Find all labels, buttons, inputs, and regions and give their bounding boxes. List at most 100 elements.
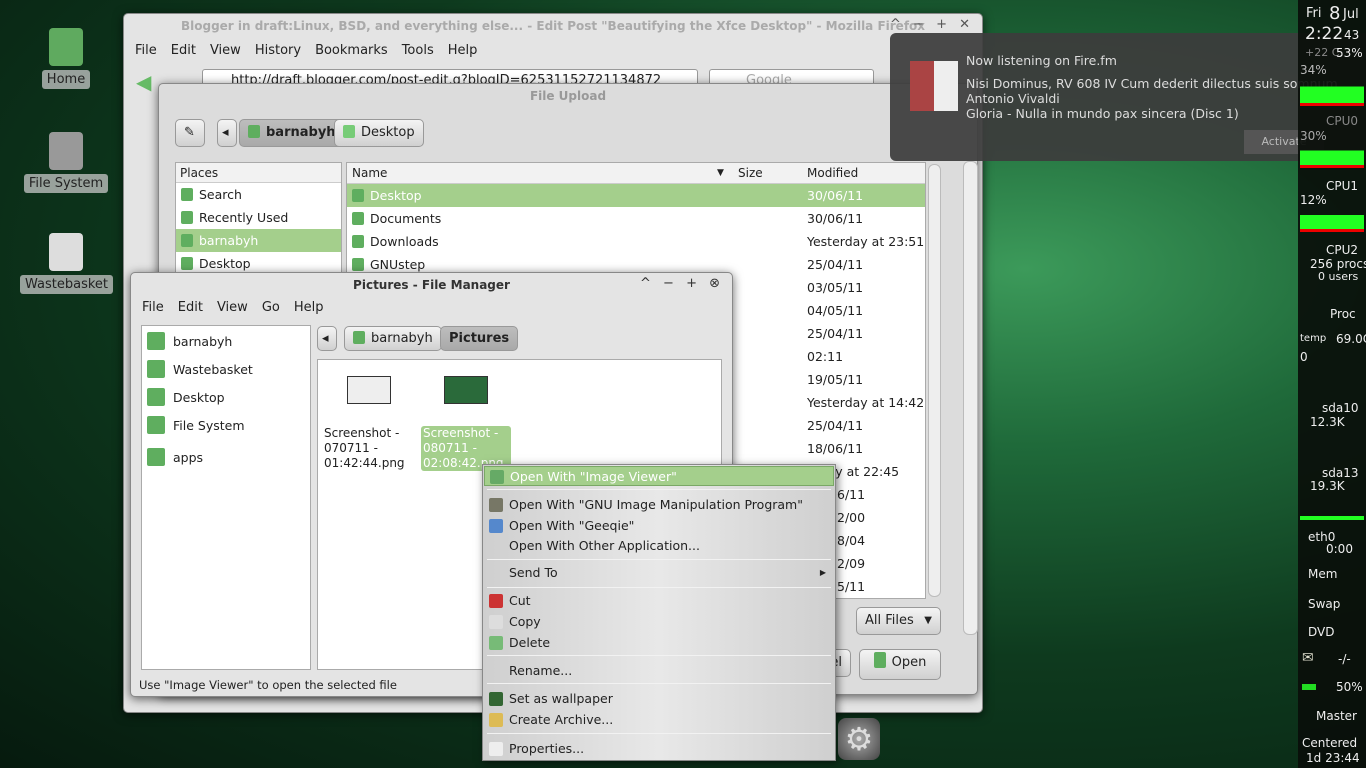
desktop-icon-wastebasket[interactable]: Wastebasket <box>20 233 114 294</box>
folder-icon <box>352 235 364 248</box>
path-barnabyh[interactable]: barnabyh <box>239 119 345 147</box>
wallpaper-icon <box>489 692 503 706</box>
menu-separator <box>487 587 831 588</box>
pencil-icon: ✎ <box>184 125 195 140</box>
menubar: File Edit View Go Help <box>142 300 337 315</box>
path-desktop[interactable]: Desktop <box>334 119 424 147</box>
place-icon <box>181 257 193 270</box>
menu-history[interactable]: History <box>255 43 301 58</box>
settings-gear-icon[interactable]: ⚙ <box>838 718 880 760</box>
status-bar: Use "Image Viewer" to open the selected … <box>139 678 397 692</box>
file-icon-item[interactable]: Screenshot - 080711 - 02:08:42.png <box>421 376 511 471</box>
menu-item-label: Set as wallpaper <box>509 691 613 706</box>
menu-item[interactable]: Create Archive... <box>484 710 834 730</box>
place-icon <box>181 211 193 224</box>
menu-item-label: Create Archive... <box>509 712 614 727</box>
back-icon[interactable]: ◀ <box>136 70 151 94</box>
menu-help[interactable]: Help <box>448 43 478 58</box>
weather: +22 C <box>1305 46 1340 59</box>
file-modified: 25/04/11 <box>807 326 864 341</box>
notification-heading: Now listening on Fire.fm <box>966 53 1117 68</box>
menu-tools[interactable]: Tools <box>402 43 434 58</box>
desktop-icon-filesystem[interactable]: File System <box>20 132 112 193</box>
cpu1-graph <box>1300 208 1364 232</box>
path-back-button[interactable]: ◂ <box>317 326 337 351</box>
place-item[interactable]: Recently Used <box>176 206 341 229</box>
folder-icon <box>352 258 364 271</box>
file-modified: 25/04/11 <box>807 418 864 433</box>
menu-item[interactable]: Cut <box>484 591 834 611</box>
notification[interactable]: Now listening on Fire.fm Nisi Dominus, R… <box>890 33 1366 161</box>
path-barnabyh[interactable]: barnabyh <box>344 326 442 351</box>
menu-item[interactable]: Set as wallpaper <box>484 689 834 709</box>
menu-item[interactable]: Open With "Image Viewer" <box>484 466 834 486</box>
menu-file[interactable]: File <box>135 43 157 58</box>
eth0-value: 0:00 <box>1326 542 1353 556</box>
sidebar-item[interactable]: barnabyh <box>147 330 232 354</box>
place-icon <box>147 332 165 350</box>
menu-item[interactable]: Open With "Geeqie" <box>484 516 834 536</box>
file-name: GNUstep <box>370 257 426 272</box>
place-icon <box>147 448 165 466</box>
scissors-icon <box>489 594 503 608</box>
sidebar-item[interactable]: apps <box>147 446 203 470</box>
sidebar-label: barnabyh <box>173 334 233 349</box>
sidebar-item[interactable]: Desktop <box>147 386 225 410</box>
column-size[interactable]: Size <box>738 163 763 184</box>
mem-label: Mem <box>1308 567 1338 581</box>
folder-icon <box>352 189 364 202</box>
path-pictures[interactable]: Pictures <box>440 326 519 351</box>
column-modified[interactable]: Modified <box>807 163 858 184</box>
submenu-arrow-icon: ▶ <box>819 568 826 577</box>
menu-file[interactable]: File <box>142 300 164 315</box>
edit-location-button[interactable]: ✎ <box>175 119 205 147</box>
menu-bookmarks[interactable]: Bookmarks <box>315 43 388 58</box>
menu-item[interactable]: Send To ▶ <box>484 563 834 583</box>
place-icon <box>147 388 165 406</box>
menu-view[interactable]: View <box>210 43 241 58</box>
date: 8 <box>1329 3 1341 24</box>
path-back-button[interactable]: ◂ <box>217 119 237 147</box>
column-name[interactable]: Name <box>352 163 387 184</box>
sidebar-label: apps <box>173 450 204 465</box>
menu-item[interactable]: Open With "GNU Image Manipulation Progra… <box>484 495 834 515</box>
window-controls[interactable]: ^ − + ✕ <box>890 17 974 32</box>
menu-help[interactable]: Help <box>294 300 324 315</box>
menu-item-label: Cut <box>509 593 531 608</box>
window-controls[interactable]: ^ − + ⊗ <box>640 276 724 291</box>
open-button[interactable]: Open <box>859 649 941 680</box>
file-list-scrollbar[interactable] <box>928 164 941 597</box>
sidebar-label: Desktop <box>173 390 225 405</box>
place-label: Desktop <box>199 256 251 271</box>
page-scrollbar[interactable] <box>963 161 978 635</box>
window-title: Blogger in draft:Linux, BSD, and everyth… <box>180 19 926 33</box>
menu-go[interactable]: Go <box>262 300 280 315</box>
file-filter-select[interactable]: All Files ▼ <box>856 607 941 635</box>
menu-item[interactable]: Copy <box>484 612 834 632</box>
sidebar-label: File System <box>173 418 245 433</box>
sidebar-item[interactable]: Wastebasket <box>147 358 253 382</box>
desktop-icon-home[interactable]: Home <box>20 28 112 89</box>
file-row[interactable]: Documents 30/06/11 <box>347 207 925 230</box>
menu-item[interactable]: Rename... <box>484 661 834 681</box>
menu-edit[interactable]: Edit <box>171 43 196 58</box>
menu-edit[interactable]: Edit <box>178 300 203 315</box>
image-viewer-icon <box>490 470 504 484</box>
cpu0-value: 30% <box>1300 129 1327 143</box>
file-icon-item[interactable]: Screenshot - 070711 - 01:42:44.png <box>324 376 414 471</box>
menu-item[interactable]: Delete <box>484 633 834 653</box>
open-icon <box>873 652 886 668</box>
place-item[interactable]: Search <box>176 183 341 206</box>
temp-extra: 0 <box>1300 350 1308 364</box>
menu-view[interactable]: View <box>217 300 248 315</box>
menu-item[interactable]: Open With Other Application... <box>484 536 834 556</box>
place-item[interactable]: barnabyh <box>176 229 341 252</box>
file-row[interactable]: Downloads Yesterday at 23:51 <box>347 230 925 253</box>
file-row[interactable]: Desktop 30/06/11 <box>347 184 925 207</box>
file-modified: 2/00 <box>837 510 866 525</box>
volume-label: Master <box>1316 709 1357 723</box>
menu-item[interactable]: Properties... <box>484 739 834 759</box>
sidebar-item[interactable]: File System <box>147 414 245 438</box>
menu-item-label: Open With "Image Viewer" <box>510 469 677 484</box>
place-label: Search <box>199 187 242 202</box>
